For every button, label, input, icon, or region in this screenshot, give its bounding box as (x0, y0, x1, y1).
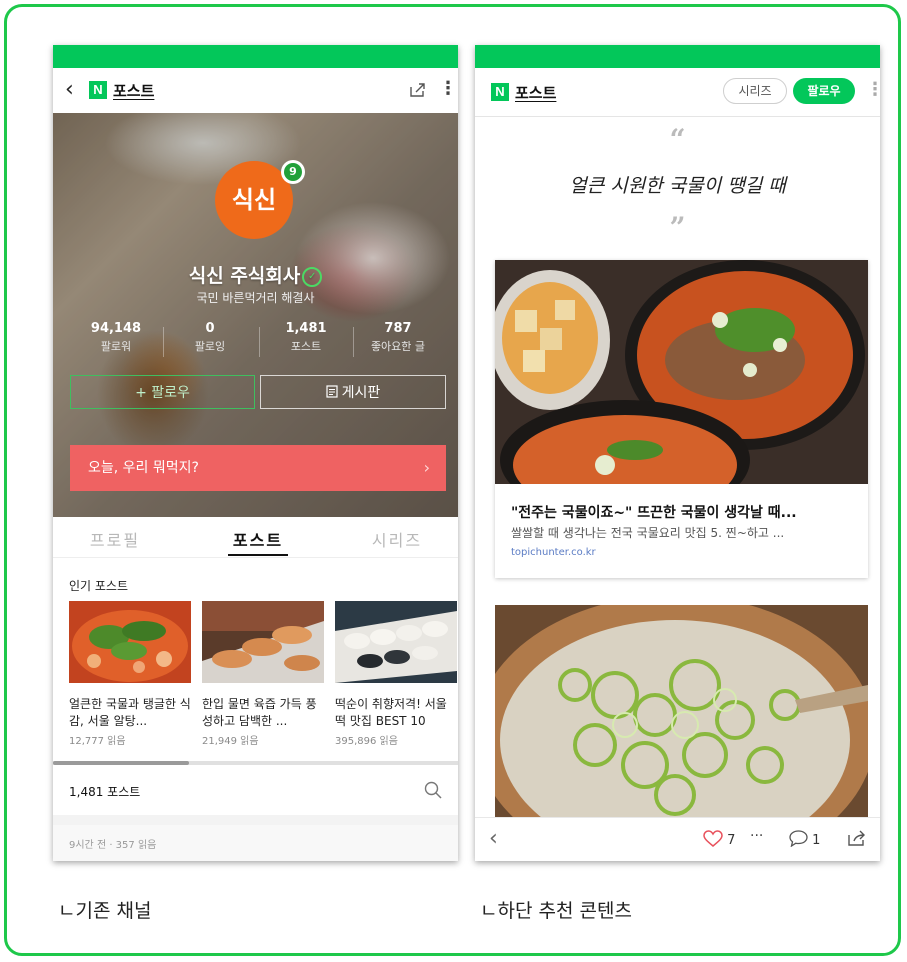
stat-divider (163, 327, 164, 357)
recommended-article-card[interactable]: "전주는 국물이죠~" 뜨끈한 국물이 생각날 때... 쌀쌀할 때 생각나는 … (495, 260, 868, 578)
stat-value: 0 (205, 321, 215, 336)
post-meta-row: 9시간 전 · 357 읽음 (53, 825, 458, 861)
stat-value: 1,481 (285, 321, 327, 336)
popular-posts-title: 인기 포스트 (69, 579, 129, 593)
like-button[interactable]: 7 (703, 830, 735, 848)
chevron-right-icon: › (423, 458, 430, 477)
close-quote-mark: ” (669, 211, 686, 244)
share-icon[interactable] (847, 829, 867, 851)
horizontal-scroll-thumb[interactable] (53, 761, 189, 765)
post-title: 얼큰한 국물과 탱글한 식감, 서울 알탕... (69, 697, 191, 728)
today-menu-label: 오늘, 우리 뭐먹지? (88, 460, 199, 476)
tab-profile[interactable]: 프로필 (55, 527, 175, 551)
post-read-count: 21,949 읽음 (202, 736, 259, 747)
follow-button[interactable]: 팔로우 (793, 78, 855, 104)
stat-value: 787 (384, 321, 412, 336)
level-badge-number: 9 (284, 163, 302, 181)
more-menu-icon[interactable]: ⋮ (439, 80, 457, 98)
open-quote-mark: “ (669, 123, 686, 156)
channel-name: 식신 주식회사 ✓ (53, 261, 458, 288)
divider (53, 815, 458, 825)
post-meta: 9시간 전 · 357 읽음 (69, 840, 157, 851)
post-count: 1,481 포스트 (69, 785, 141, 799)
stat-label: 포스트 (290, 340, 322, 353)
channel-name-text: 식신 주식회사 (188, 265, 301, 287)
bottom-action-bar: ‹ 7 ··· 1 (475, 817, 880, 861)
post-title-link[interactable]: 포스트 (515, 82, 556, 103)
active-tab-indicator (228, 554, 288, 556)
channel-subtitle: 국민 바른먹거리 해결사 (196, 291, 315, 305)
top-nav: ‹ N 포스트 ⋮ (53, 68, 458, 113)
status-bar (475, 45, 880, 68)
channel-stats: 94,148 팔로워 0 팔로잉 1,481 포스트 787 좋아요한 글 (53, 321, 458, 361)
comment-icon (789, 830, 808, 848)
naver-logo-icon[interactable]: N (89, 81, 107, 99)
stat-label: 팔로잉 (194, 340, 226, 353)
phone-channel-screenshot: ‹ N 포스트 ⋮ 식신 9 식신 주식회사 ✓ 국민 바른먹거리 해결사 94,… (53, 45, 458, 861)
post-thumbnail (335, 601, 457, 683)
article-title: "전주는 국물이죠~" 뜨끈한 국물이 생각날 때... (511, 505, 797, 521)
more-options-icon[interactable]: ··· (750, 828, 763, 844)
post-title: 한입 물면 육즙 가득 풍성하고 담백한 ... (202, 697, 317, 728)
stat-value: 94,148 (90, 321, 142, 336)
follow-button[interactable]: + 팔로우 (70, 375, 255, 409)
caption-existing-channel: ㄴ기존 채널 (58, 900, 152, 922)
post-thumbnail (69, 601, 191, 683)
popular-post-card[interactable]: 얼큰한 국물과 탱글한 식감, 서울 알탕... 12,777 읽음 (69, 601, 191, 747)
share-icon[interactable] (409, 82, 427, 102)
stat-label: 팔로워 (100, 340, 132, 353)
verified-check-icon: ✓ (302, 266, 323, 287)
stat-likes[interactable]: 787 좋아요한 글 (353, 321, 443, 354)
noodle-soup-image (495, 605, 868, 817)
stat-label: 좋아요한 글 (370, 340, 426, 353)
channel-tabs: 프로필 포스트 시리즈 (53, 517, 458, 558)
tab-posts[interactable]: 포스트 (198, 527, 318, 551)
post-title-link[interactable]: 포스트 (113, 80, 154, 101)
post-thumbnail (202, 601, 324, 683)
comment-count: 1 (812, 833, 821, 848)
article-source: topichunter.co.kr (511, 547, 596, 558)
channel-hero: 식신 9 식신 주식회사 ✓ 국민 바른먹거리 해결사 94,148 팔로워 0 팔로… (53, 113, 458, 517)
naver-logo-icon[interactable]: N (491, 83, 509, 101)
popular-post-card[interactable]: 한입 물면 육즙 가득 풍성하고 담백한 ... 21,949 읽음 (202, 601, 324, 747)
search-icon[interactable] (424, 781, 442, 803)
tab-series[interactable]: 시리즈 (337, 527, 457, 551)
popular-post-card[interactable]: 떡순이 취향저격! 서울 떡 맛집 BEST 10 395,896 읽음 (335, 601, 457, 747)
caption-recommended-content: ㄴ하단 추천 콘텐츠 (480, 900, 632, 922)
stat-posts[interactable]: 1,481 포스트 (261, 321, 351, 354)
board-button[interactable]: 게시판 (260, 375, 446, 409)
post-count-row: 1,481 포스트 (53, 767, 458, 815)
back-chevron-icon[interactable]: ‹ (65, 79, 74, 101)
board-icon (326, 385, 338, 398)
post-read-count: 12,777 읽음 (69, 736, 126, 747)
series-button[interactable]: 시리즈 (723, 78, 787, 104)
level-badge: 9 (281, 160, 305, 184)
today-menu-button[interactable]: 오늘, 우리 뭐먹지? › (70, 445, 446, 491)
status-bar (53, 45, 458, 68)
stat-followers[interactable]: 94,148 팔로워 (71, 321, 161, 354)
post-read-count: 395,896 읽음 (335, 736, 398, 747)
top-nav: N 포스트 시리즈 팔로우 ⋮ (475, 68, 880, 117)
more-menu-icon[interactable]: ⋮ (866, 81, 880, 99)
board-button-label: 게시판 (341, 385, 381, 401)
article-description: 쌀쌀할 때 생각나는 전국 국물요리 맛집 5. 찐~하고 ... (511, 526, 785, 540)
like-count: 7 (727, 833, 736, 848)
quote-text: 얼큰 시원한 국물이 땡길 때 (569, 175, 786, 197)
article-image (495, 260, 868, 484)
post-title: 떡순이 취향저격! 서울 떡 맛집 BEST 10 (335, 697, 447, 728)
comment-button[interactable]: 1 (789, 830, 820, 848)
stat-divider (259, 327, 260, 357)
heart-icon (703, 830, 723, 847)
stat-following[interactable]: 0 팔로잉 (165, 321, 255, 354)
phone-post-screenshot: N 포스트 시리즈 팔로우 ⋮ “ 얼큰 시원한 국물이 땡길 때 ” "전주는… (475, 45, 880, 861)
back-chevron-icon[interactable]: ‹ (489, 828, 498, 850)
